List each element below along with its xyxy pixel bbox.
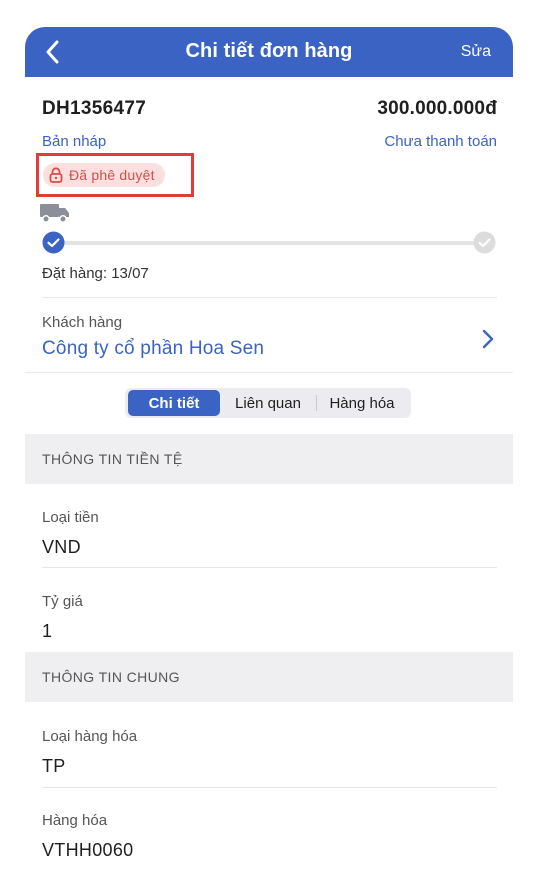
- field-value-goods-type: TP: [42, 756, 66, 776]
- payment-status: Chưa thanh toán: [384, 133, 497, 150]
- field-value-currency-type: VND: [42, 537, 81, 557]
- segmented-tabs: Chi tiết Liên quan Hàng hóa: [125, 388, 411, 418]
- divider: [42, 567, 497, 568]
- nav-bar: Chi tiết đơn hàng Sửa: [25, 27, 513, 77]
- order-code: DH1356477: [42, 98, 147, 119]
- order-date: Đặt hàng: 13/07: [42, 265, 149, 282]
- field-label-goods-type: Loại hàng hóa: [42, 728, 138, 745]
- section-header-currency: THÔNG TIN TIỀN TỆ: [25, 434, 513, 484]
- page-title: Chi tiết đơn hàng: [185, 40, 353, 62]
- field-label-exchange-rate: Tỷ giá: [42, 593, 83, 610]
- approval-badge-label: Đã phê duyệt: [69, 167, 155, 183]
- divider: [42, 787, 497, 788]
- edit-button[interactable]: Sửa: [461, 43, 491, 61]
- order-detail-screen: Chi tiết đơn hàng Sửa DH1356477 300.000.…: [25, 27, 513, 870]
- section-header-general: THÔNG TIN CHUNG: [25, 652, 513, 702]
- customer-name[interactable]: Công ty cổ phần Hoa Sen: [42, 338, 264, 360]
- lock-icon: [49, 167, 63, 183]
- field-label-goods: Hàng hóa: [42, 812, 108, 829]
- divider: [42, 297, 497, 298]
- field-value-exchange-rate: 1: [42, 621, 53, 641]
- tab-chi-tiet[interactable]: Chi tiết: [128, 390, 220, 416]
- approval-badge: Đã phê duyệt: [43, 163, 165, 187]
- field-value-goods: VTHH0060: [42, 840, 134, 860]
- tab-lien-quan[interactable]: Liên quan: [220, 390, 316, 416]
- truck-icon: [40, 204, 69, 223]
- order-status: Bản nháp: [42, 133, 107, 150]
- tab-hang-hoa[interactable]: Hàng hóa: [317, 390, 407, 416]
- field-label-currency-type: Loại tiền: [42, 509, 99, 526]
- divider: [25, 372, 513, 373]
- order-amount: 300.000.000đ: [377, 98, 497, 119]
- delivery-progress-track: [53, 241, 483, 245]
- check-circle-outline-icon: [473, 231, 496, 254]
- chevron-right-icon[interactable]: [480, 328, 496, 350]
- customer-label: Khách hàng: [42, 314, 123, 331]
- check-circle-icon: [42, 231, 65, 254]
